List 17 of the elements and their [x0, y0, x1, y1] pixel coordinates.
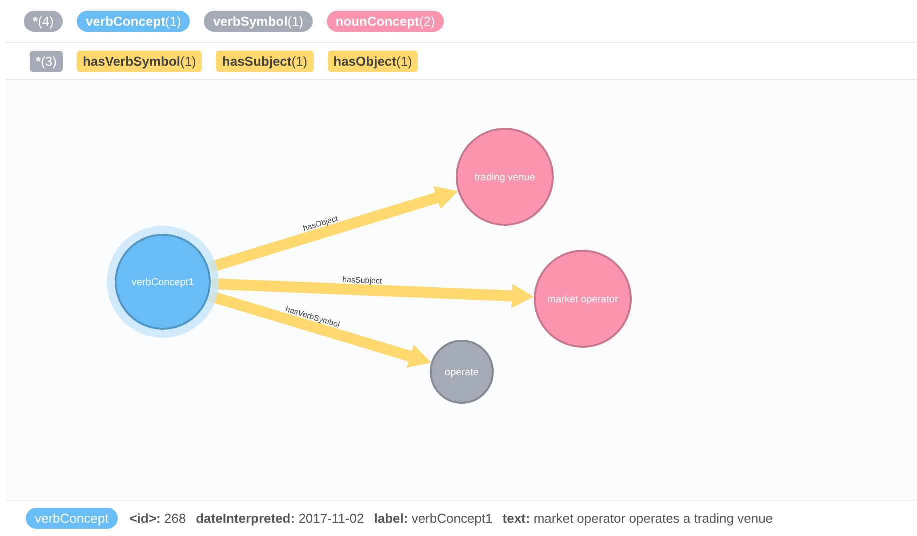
graph-node[interactable]: trading venue	[456, 128, 554, 226]
relationship-type-tag[interactable]: *(3)	[30, 50, 63, 72]
property-text: <id>: 268	[130, 511, 186, 526]
node-label-tag[interactable]: nounConcept(2)	[326, 10, 444, 32]
property-text: text: market operator operates a trading venue	[502, 511, 774, 526]
node-label-tag[interactable]: verbSymbol(1)	[204, 10, 313, 32]
node-label-tag[interactable]: verbConcept	[26, 508, 118, 529]
property-text: label: verbConcept1	[374, 511, 493, 526]
graph-node[interactable]: verbConcept1	[107, 226, 219, 338]
relationship-type-tag[interactable]: hasSubject(1)	[216, 50, 314, 72]
node-label-tag[interactable]: verbConcept(1)	[76, 10, 190, 32]
relationship-type-tag[interactable]: hasObject(1)	[328, 50, 418, 72]
graph-node[interactable]: market operator	[534, 250, 632, 348]
node-label-tag[interactable]: *(4)	[24, 10, 63, 32]
property-text: dateInterpreted: 2017-11-02	[196, 511, 364, 526]
relationship-type-tag[interactable]: hasVerbSymbol(1)	[76, 50, 202, 72]
graph-node[interactable]: operate	[430, 340, 494, 404]
